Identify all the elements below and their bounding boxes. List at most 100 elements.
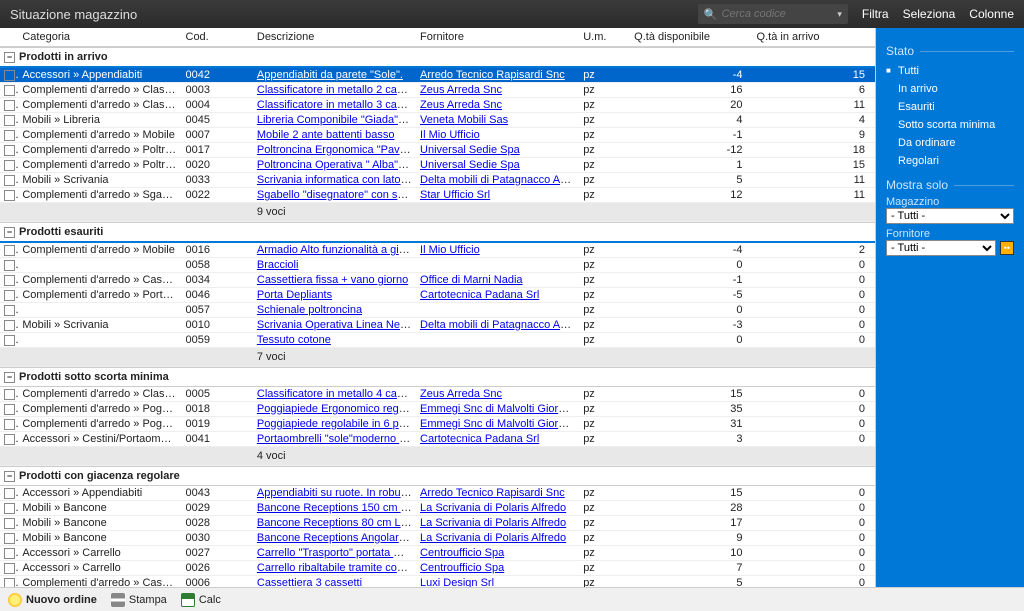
- search-dropdown-icon[interactable]: ▾: [837, 9, 842, 20]
- cell-descrizione[interactable]: Porta Depliants: [253, 288, 416, 303]
- table-row[interactable]: 0058Bracciolipz00: [0, 258, 875, 273]
- calc-button[interactable]: Calc: [181, 593, 221, 607]
- table-row[interactable]: Accessori » Appendiabiti0043Appendiabiti…: [0, 486, 875, 501]
- search-input-wrap[interactable]: 🔍 ▾: [698, 4, 848, 24]
- collapse-icon[interactable]: −: [4, 227, 15, 238]
- group-header[interactable]: −Prodotti esauriti: [0, 222, 875, 243]
- cell-fornitore[interactable]: [416, 333, 579, 348]
- stato-tutti[interactable]: Tutti: [886, 62, 1014, 80]
- cell-fornitore[interactable]: Universal Sedie Spa: [416, 143, 579, 158]
- cell-fornitore[interactable]: Emmegi Snc di Malvolti Giorgio & C.: [416, 402, 579, 417]
- table-row[interactable]: Complementi d'arredo » Mobile0016Armadio…: [0, 243, 875, 258]
- print-button[interactable]: Stampa: [111, 593, 167, 607]
- cell-fornitore[interactable]: Luxi Design Srl: [416, 576, 579, 588]
- cell-descrizione[interactable]: Carrello "Trasporto" portata max 120 Kg: [253, 546, 416, 561]
- row-checkbox[interactable]: [4, 305, 15, 316]
- stato-esauriti[interactable]: Esauriti: [886, 98, 1014, 116]
- table-row[interactable]: Complementi d'arredo » Classificatore000…: [0, 98, 875, 113]
- table-row[interactable]: Complementi d'arredo » Poltroncina0020Po…: [0, 158, 875, 173]
- table-row[interactable]: Complementi d'arredo » Porta Depliar0046…: [0, 288, 875, 303]
- table-row[interactable]: Complementi d'arredo » Sgabello0022Sgabe…: [0, 188, 875, 203]
- table-row[interactable]: Complementi d'arredo » Classificatore000…: [0, 83, 875, 98]
- grid-area[interactable]: Categoria Cod. Descrizione Fornitore U.m…: [0, 28, 876, 587]
- new-order-button[interactable]: Nuovo ordine: [8, 593, 97, 607]
- row-checkbox[interactable]: [4, 419, 15, 430]
- cell-fornitore[interactable]: Delta mobili di Patagnacco Aurelio: [416, 173, 579, 188]
- col-qd[interactable]: Q.tà disponibile: [630, 28, 752, 47]
- cell-descrizione[interactable]: Libreria Componibile "Giada" alta 6 ripi…: [253, 113, 416, 128]
- cell-descrizione[interactable]: Mobile 2 ante battenti basso: [253, 128, 416, 143]
- cell-descrizione[interactable]: Tessuto cotone: [253, 333, 416, 348]
- columns-link[interactable]: Colonne: [969, 7, 1014, 21]
- row-checkbox[interactable]: [4, 100, 15, 111]
- row-checkbox[interactable]: [4, 70, 15, 81]
- table-row[interactable]: Complementi d'arredo » Poltroncina0017Po…: [0, 143, 875, 158]
- col-qa[interactable]: Q.tà in arrivo: [753, 28, 875, 47]
- col-fornitore[interactable]: Fornitore: [416, 28, 579, 47]
- row-checkbox[interactable]: [4, 145, 15, 156]
- row-checkbox[interactable]: [4, 85, 15, 96]
- collapse-icon[interactable]: −: [4, 471, 15, 482]
- table-row[interactable]: Complementi d'arredo » Cassettiera0034Ca…: [0, 273, 875, 288]
- cell-descrizione[interactable]: Braccioli: [253, 258, 416, 273]
- cell-descrizione[interactable]: Classificatore in metallo 3 cassetti: [253, 98, 416, 113]
- cell-fornitore[interactable]: Star Ufficio Srl: [416, 188, 579, 203]
- fornitore-select[interactable]: - Tutti -: [886, 240, 996, 256]
- cell-fornitore[interactable]: Veneta Mobili Sas: [416, 113, 579, 128]
- collapse-icon[interactable]: −: [4, 52, 15, 63]
- magazzino-select[interactable]: - Tutti -: [886, 208, 1014, 224]
- row-checkbox[interactable]: [4, 533, 15, 544]
- table-row[interactable]: Complementi d'arredo » Classificatore000…: [0, 387, 875, 402]
- col-descrizione[interactable]: Descrizione: [253, 28, 416, 47]
- row-checkbox[interactable]: [4, 404, 15, 415]
- table-row[interactable]: Mobili » Libreria0045Libreria Componibil…: [0, 113, 875, 128]
- cell-descrizione[interactable]: Bancone Receptions Angolare 90 ° Linea: [253, 531, 416, 546]
- table-row[interactable]: 0059Tessuto cotonepz00: [0, 333, 875, 348]
- cell-fornitore[interactable]: La Scrivania di Polaris Alfredo: [416, 501, 579, 516]
- cell-fornitore[interactable]: Zeus Arreda Snc: [416, 98, 579, 113]
- row-checkbox[interactable]: [4, 578, 15, 587]
- cell-descrizione[interactable]: Schienale poltroncina: [253, 303, 416, 318]
- table-row[interactable]: Accessori » Carrello0026Carrello ribalta…: [0, 561, 875, 576]
- cell-fornitore[interactable]: Arredo Tecnico Rapisardi Snc: [416, 68, 579, 83]
- cell-descrizione[interactable]: Bancone Receptions 80 cm Linea "Arcadi: [253, 516, 416, 531]
- group-header[interactable]: −Prodotti in arrivo: [0, 47, 875, 68]
- cell-fornitore[interactable]: Office di Marni Nadia: [416, 273, 579, 288]
- table-row[interactable]: Complementi d'arredo » Poggiapiede0019Po…: [0, 417, 875, 432]
- row-checkbox[interactable]: [4, 389, 15, 400]
- cell-descrizione[interactable]: Appendiabiti su ruote. In robusto metall…: [253, 486, 416, 501]
- cell-descrizione[interactable]: Cassettiera fissa + vano giorno: [253, 273, 416, 288]
- table-row[interactable]: Mobili » Scrivania0033Scrivania informat…: [0, 173, 875, 188]
- row-checkbox[interactable]: [4, 290, 15, 301]
- search-input[interactable]: [722, 8, 822, 20]
- cell-fornitore[interactable]: Il Mio Ufficio: [416, 243, 579, 258]
- cell-descrizione[interactable]: Classificatore in metallo 4 cassetti: [253, 387, 416, 402]
- cell-descrizione[interactable]: Appendiabiti da parete "Sole".: [253, 68, 416, 83]
- select-link[interactable]: Seleziona: [903, 7, 956, 21]
- row-checkbox[interactable]: [4, 518, 15, 529]
- row-checkbox[interactable]: [4, 245, 15, 256]
- row-checkbox[interactable]: [4, 320, 15, 331]
- row-checkbox[interactable]: [4, 160, 15, 171]
- row-checkbox[interactable]: [4, 548, 15, 559]
- row-checkbox[interactable]: [4, 434, 15, 445]
- table-row[interactable]: Complementi d'arredo » Mobile0007Mobile …: [0, 128, 875, 143]
- cell-descrizione[interactable]: Poggiapiede Ergonomico regolabile in 3 p: [253, 402, 416, 417]
- table-row[interactable]: Accessori » Cestini/Portaombrelli0041Por…: [0, 432, 875, 447]
- group-header[interactable]: −Prodotti sotto scorta minima: [0, 367, 875, 387]
- cell-fornitore[interactable]: [416, 303, 579, 318]
- col-categoria[interactable]: Categoria: [18, 28, 181, 47]
- cell-fornitore[interactable]: Zeus Arreda Snc: [416, 387, 579, 402]
- table-row[interactable]: Complementi d'arredo » Cassettiera0006Ca…: [0, 576, 875, 588]
- table-row[interactable]: 0057Schienale poltroncinapz00: [0, 303, 875, 318]
- cell-descrizione[interactable]: Carrello ribaltabile tramite comando a p…: [253, 561, 416, 576]
- col-cod[interactable]: Cod.: [182, 28, 253, 47]
- cell-descrizione[interactable]: Scrivania Operativa Linea News: [253, 318, 416, 333]
- row-checkbox[interactable]: [4, 275, 15, 286]
- cell-descrizione[interactable]: Scrivania informatica con lato curvo a D…: [253, 173, 416, 188]
- cell-fornitore[interactable]: La Scrivania di Polaris Alfredo: [416, 531, 579, 546]
- cell-fornitore[interactable]: Il Mio Ufficio: [416, 128, 579, 143]
- row-checkbox[interactable]: [4, 260, 15, 271]
- row-checkbox[interactable]: [4, 563, 15, 574]
- row-checkbox[interactable]: [4, 115, 15, 126]
